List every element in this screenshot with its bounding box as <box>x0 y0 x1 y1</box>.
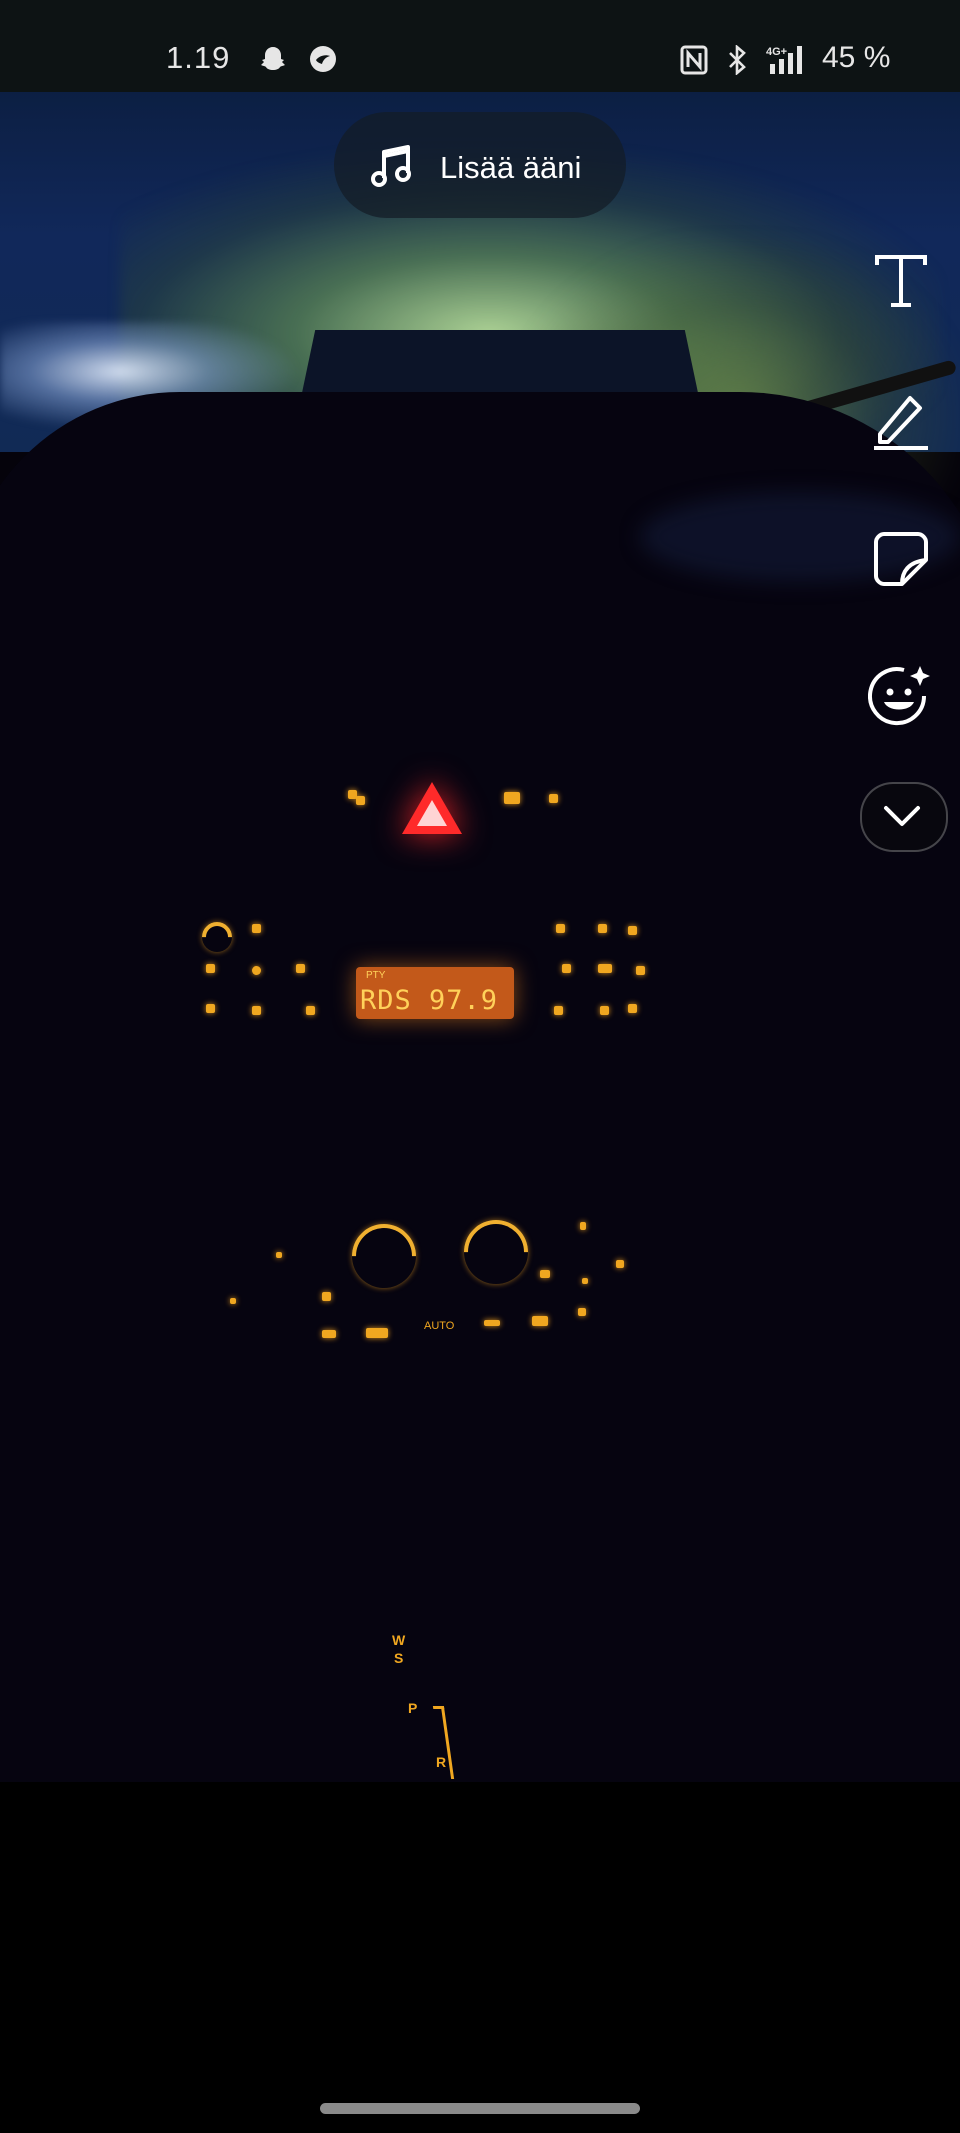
climate-indicator <box>230 1298 236 1304</box>
app-notification-icon <box>310 46 336 72</box>
bluetooth-icon <box>729 45 746 75</box>
signal-4g-icon: 4G+ <box>766 46 802 74</box>
radio-button <box>600 1006 609 1015</box>
dashboard <box>0 392 960 1782</box>
console-indicator <box>549 794 558 803</box>
radio-button <box>636 966 645 975</box>
gesture-nav-handle[interactable] <box>320 2103 640 2114</box>
climate-indicator <box>322 1292 331 1301</box>
climate-indicator <box>580 1222 586 1230</box>
sticker-tool-button[interactable] <box>866 524 936 594</box>
climate-button <box>532 1316 548 1326</box>
radio-button <box>206 1004 215 1013</box>
battery-percentage: 45 % <box>822 41 891 74</box>
chevron-down-icon <box>884 806 920 826</box>
radio-button <box>554 1006 563 1015</box>
climate-indicator <box>616 1260 624 1268</box>
snapchat-icon <box>261 47 285 70</box>
radio-button <box>556 924 565 933</box>
add-sound-button[interactable]: Lisää ääni <box>334 112 626 218</box>
text-tool-icon <box>875 255 927 307</box>
climate-indicator <box>276 1252 282 1258</box>
gear-label-p: P <box>408 1700 418 1716</box>
radio-button <box>296 964 305 973</box>
radio-button <box>628 1004 637 1013</box>
status-time: 1.19 <box>166 40 231 75</box>
radio-button <box>598 924 607 933</box>
climate-button <box>484 1320 500 1326</box>
emoji-effect-icon <box>868 666 930 726</box>
climate-button <box>322 1330 336 1338</box>
radio-button <box>306 1006 315 1015</box>
climate-indicator <box>582 1278 588 1284</box>
add-sound-label: Lisää ääni <box>440 150 582 185</box>
hazard-light-center <box>417 800 447 826</box>
climate-indicator <box>540 1270 550 1278</box>
status-left-icons <box>258 44 338 74</box>
network-type: 4G+ <box>766 46 787 58</box>
radio-button <box>206 964 215 973</box>
radio-frequency: RDS 97.9 <box>360 985 499 1016</box>
bottom-area <box>0 1782 960 2133</box>
console-indicator <box>356 796 365 805</box>
text-tool-button[interactable] <box>866 246 936 316</box>
snap-photo[interactable]: PTY RDS 97.9 AUTO W S P R <box>0 92 960 1782</box>
radio-button <box>598 964 612 973</box>
music-note-icon <box>371 145 411 187</box>
pen-tool-icon <box>874 396 928 450</box>
gear-label-w: W <box>392 1632 406 1648</box>
more-tools-button[interactable] <box>860 782 948 852</box>
radio-pty-label: PTY <box>366 970 386 981</box>
radio-button <box>628 926 637 935</box>
emoji-effect-button[interactable] <box>866 662 936 732</box>
climate-indicator <box>578 1308 586 1316</box>
climate-auto-label: AUTO <box>424 1320 455 1332</box>
nfc-icon <box>680 45 708 75</box>
radio-button <box>562 964 571 973</box>
sticker-tool-icon <box>874 532 928 586</box>
pen-tool-button[interactable] <box>866 386 936 456</box>
console-indicator <box>504 792 520 804</box>
gear-label-s: S <box>394 1650 404 1666</box>
status-bar: 1.19 4G+ 45 % <box>0 0 960 92</box>
radio-button <box>252 966 261 975</box>
status-right-icons: 4G+ <box>680 44 810 76</box>
radio-button <box>252 1006 261 1015</box>
radio-button <box>252 924 261 933</box>
climate-button <box>366 1328 388 1338</box>
